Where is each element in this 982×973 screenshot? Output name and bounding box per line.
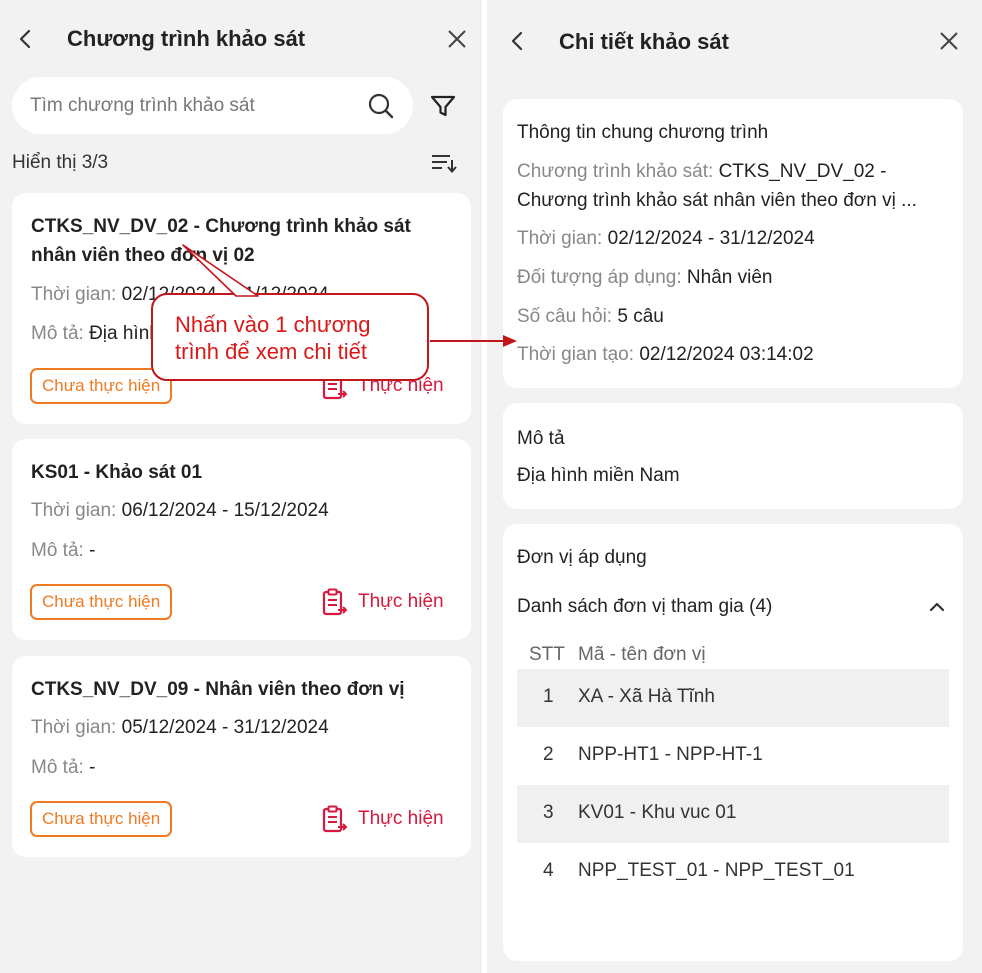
status-badge: Chưa thực hiện xyxy=(30,368,173,404)
table-row: 3 KV01 - Khu vuc 01 xyxy=(517,785,949,843)
status-badge: Chưa thực hiện xyxy=(30,584,173,620)
perform-button[interactable]: Thực hiện xyxy=(322,584,444,620)
target-audience: Đối tượng áp dụng: Nhân viên xyxy=(517,267,773,288)
survey-description: Mô tả: - xyxy=(31,757,96,778)
row-stt: 1 xyxy=(543,686,554,707)
program-name: Chương trình khảo sát: CTKS_NV_DV_02 - xyxy=(517,161,887,182)
search-input[interactable] xyxy=(30,91,350,121)
search-bar xyxy=(12,77,413,134)
col-stt: STT xyxy=(529,644,565,665)
survey-title: KS01 - Khảo sát 01 xyxy=(31,462,203,483)
close-icon[interactable] xyxy=(938,30,960,52)
survey-list-screen: Chương trình khảo sát Hiển thị 3/3 CTKS_… xyxy=(0,0,482,973)
row-unit-name: XA - Xã Hà Tĩnh xyxy=(578,686,715,707)
result-count: Hiển thị 3/3 xyxy=(12,152,109,173)
program-name-cont: Chương trình khảo sát nhân viên theo đơn… xyxy=(517,190,917,211)
survey-title: CTKS_NV_DV_02 - Chương trình khảo sát nh… xyxy=(31,216,411,266)
callout-line-2: trình để xem chi tiết xyxy=(175,339,367,364)
survey-time: Thời gian: 06/12/2024 - 15/12/2024 xyxy=(31,500,329,521)
back-arrow-icon[interactable] xyxy=(16,28,36,50)
row-unit-name: NPP_TEST_01 - NPP_TEST_01 xyxy=(578,860,855,881)
survey-time: Thời gian: 05/12/2024 - 31/12/2024 xyxy=(31,717,329,738)
table-row: 2 NPP-HT1 - NPP-HT-1 xyxy=(517,727,949,785)
perform-label: Thực hiện xyxy=(358,591,444,612)
units-title: Đơn vị áp dụng xyxy=(517,547,647,568)
units-section: Đơn vị áp dụng Danh sách đơn vị tham gia… xyxy=(503,524,963,961)
table-row: 4 NPP_TEST_01 - NPP_TEST_01 xyxy=(517,843,949,901)
back-arrow-icon[interactable] xyxy=(508,30,528,52)
callout-line-1: Nhấn vào 1 chương xyxy=(175,312,371,337)
page-title: Chương trình khảo sát xyxy=(67,26,306,51)
filter-icon[interactable] xyxy=(430,94,456,118)
survey-description: Mô tả: - xyxy=(31,540,96,561)
status-badge: Chưa thực hiện xyxy=(30,801,173,837)
general-info-title: Thông tin chung chương trình xyxy=(517,122,769,143)
row-unit-name: KV01 - Khu vuc 01 xyxy=(578,802,737,823)
survey-title: CTKS_NV_DV_09 - Nhân viên theo đơn vị xyxy=(31,679,405,700)
page-title: Chi tiết khảo sát xyxy=(559,29,729,54)
question-count: Số câu hỏi: 5 câu xyxy=(517,306,664,327)
perform-button[interactable]: Thực hiện xyxy=(322,801,444,837)
created-time: Thời gian tạo: 02/12/2024 03:14:02 xyxy=(517,344,814,365)
sort-icon[interactable] xyxy=(430,152,458,174)
perform-label: Thực hiện xyxy=(358,808,444,829)
units-list-toggle[interactable]: Danh sách đơn vị tham gia (4) xyxy=(517,596,947,620)
annotation-callout: Nhấn vào 1 chương trình để xem chi tiết xyxy=(151,293,429,381)
col-unit-name: Mã - tên đơn vị xyxy=(578,644,706,665)
survey-detail-screen: Chi tiết khảo sát Thông tin chung chương… xyxy=(487,0,982,973)
close-icon[interactable] xyxy=(446,28,468,50)
program-time: Thời gian: 02/12/2024 - 31/12/2024 xyxy=(517,228,815,249)
row-stt: 2 xyxy=(543,744,554,765)
row-unit-name: NPP-HT1 - NPP-HT-1 xyxy=(578,744,763,765)
survey-card[interactable]: KS01 - Khảo sát 01 Thời gian: 06/12/2024… xyxy=(12,439,471,640)
general-info-section: Thông tin chung chương trình Chương trìn… xyxy=(503,99,963,388)
description-value: Địa hình miền Nam xyxy=(517,465,680,486)
clipboard-icon xyxy=(322,588,348,616)
table-row: 1 XA - Xã Hà Tĩnh xyxy=(517,669,949,727)
description-title: Mô tả xyxy=(517,428,565,449)
survey-card[interactable]: CTKS_NV_DV_09 - Nhân viên theo đơn vị Th… xyxy=(12,656,471,857)
chevron-up-icon[interactable] xyxy=(929,601,945,613)
description-section: Mô tả Địa hình miền Nam xyxy=(503,403,963,509)
row-stt: 4 xyxy=(543,860,554,881)
clipboard-icon xyxy=(322,805,348,833)
row-stt: 3 xyxy=(543,802,554,823)
units-list-label: Danh sách đơn vị tham gia (4) xyxy=(517,596,773,617)
search-icon[interactable] xyxy=(367,92,395,120)
